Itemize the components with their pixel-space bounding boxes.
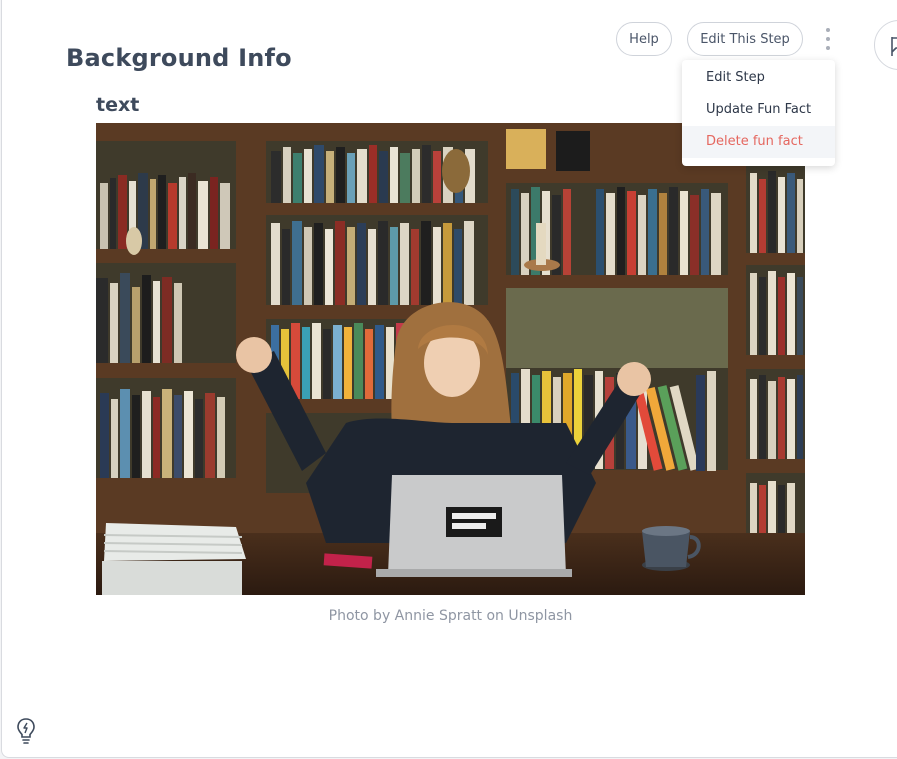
flag-button[interactable] <box>874 20 897 70</box>
content-subtitle: text <box>96 94 140 116</box>
menu-item-update-fun-fact[interactable]: Update Fun Fact <box>682 94 835 126</box>
content-photo <box>96 123 805 595</box>
menu-item-delete-fun-fact[interactable]: Delete fun fact <box>682 126 835 158</box>
page-title: Background Info <box>66 44 292 72</box>
menu-item-edit-step[interactable]: Edit Step <box>682 62 835 94</box>
photo-caption: Photo by Annie Spratt on Unsplash <box>328 608 573 624</box>
lightbulb-icon[interactable] <box>15 717 37 745</box>
step-actions-menu: Edit Step Update Fun Fact Delete fun fac… <box>682 60 835 166</box>
edit-this-step-button[interactable]: Edit This Step <box>687 22 803 56</box>
more-vertical-icon[interactable] <box>819 28 837 50</box>
step-card: Background Info Help Edit This Step Edit… <box>1 0 897 758</box>
flag-icon <box>891 37 897 56</box>
photo-illustration <box>96 123 805 595</box>
help-button[interactable]: Help <box>616 22 672 56</box>
